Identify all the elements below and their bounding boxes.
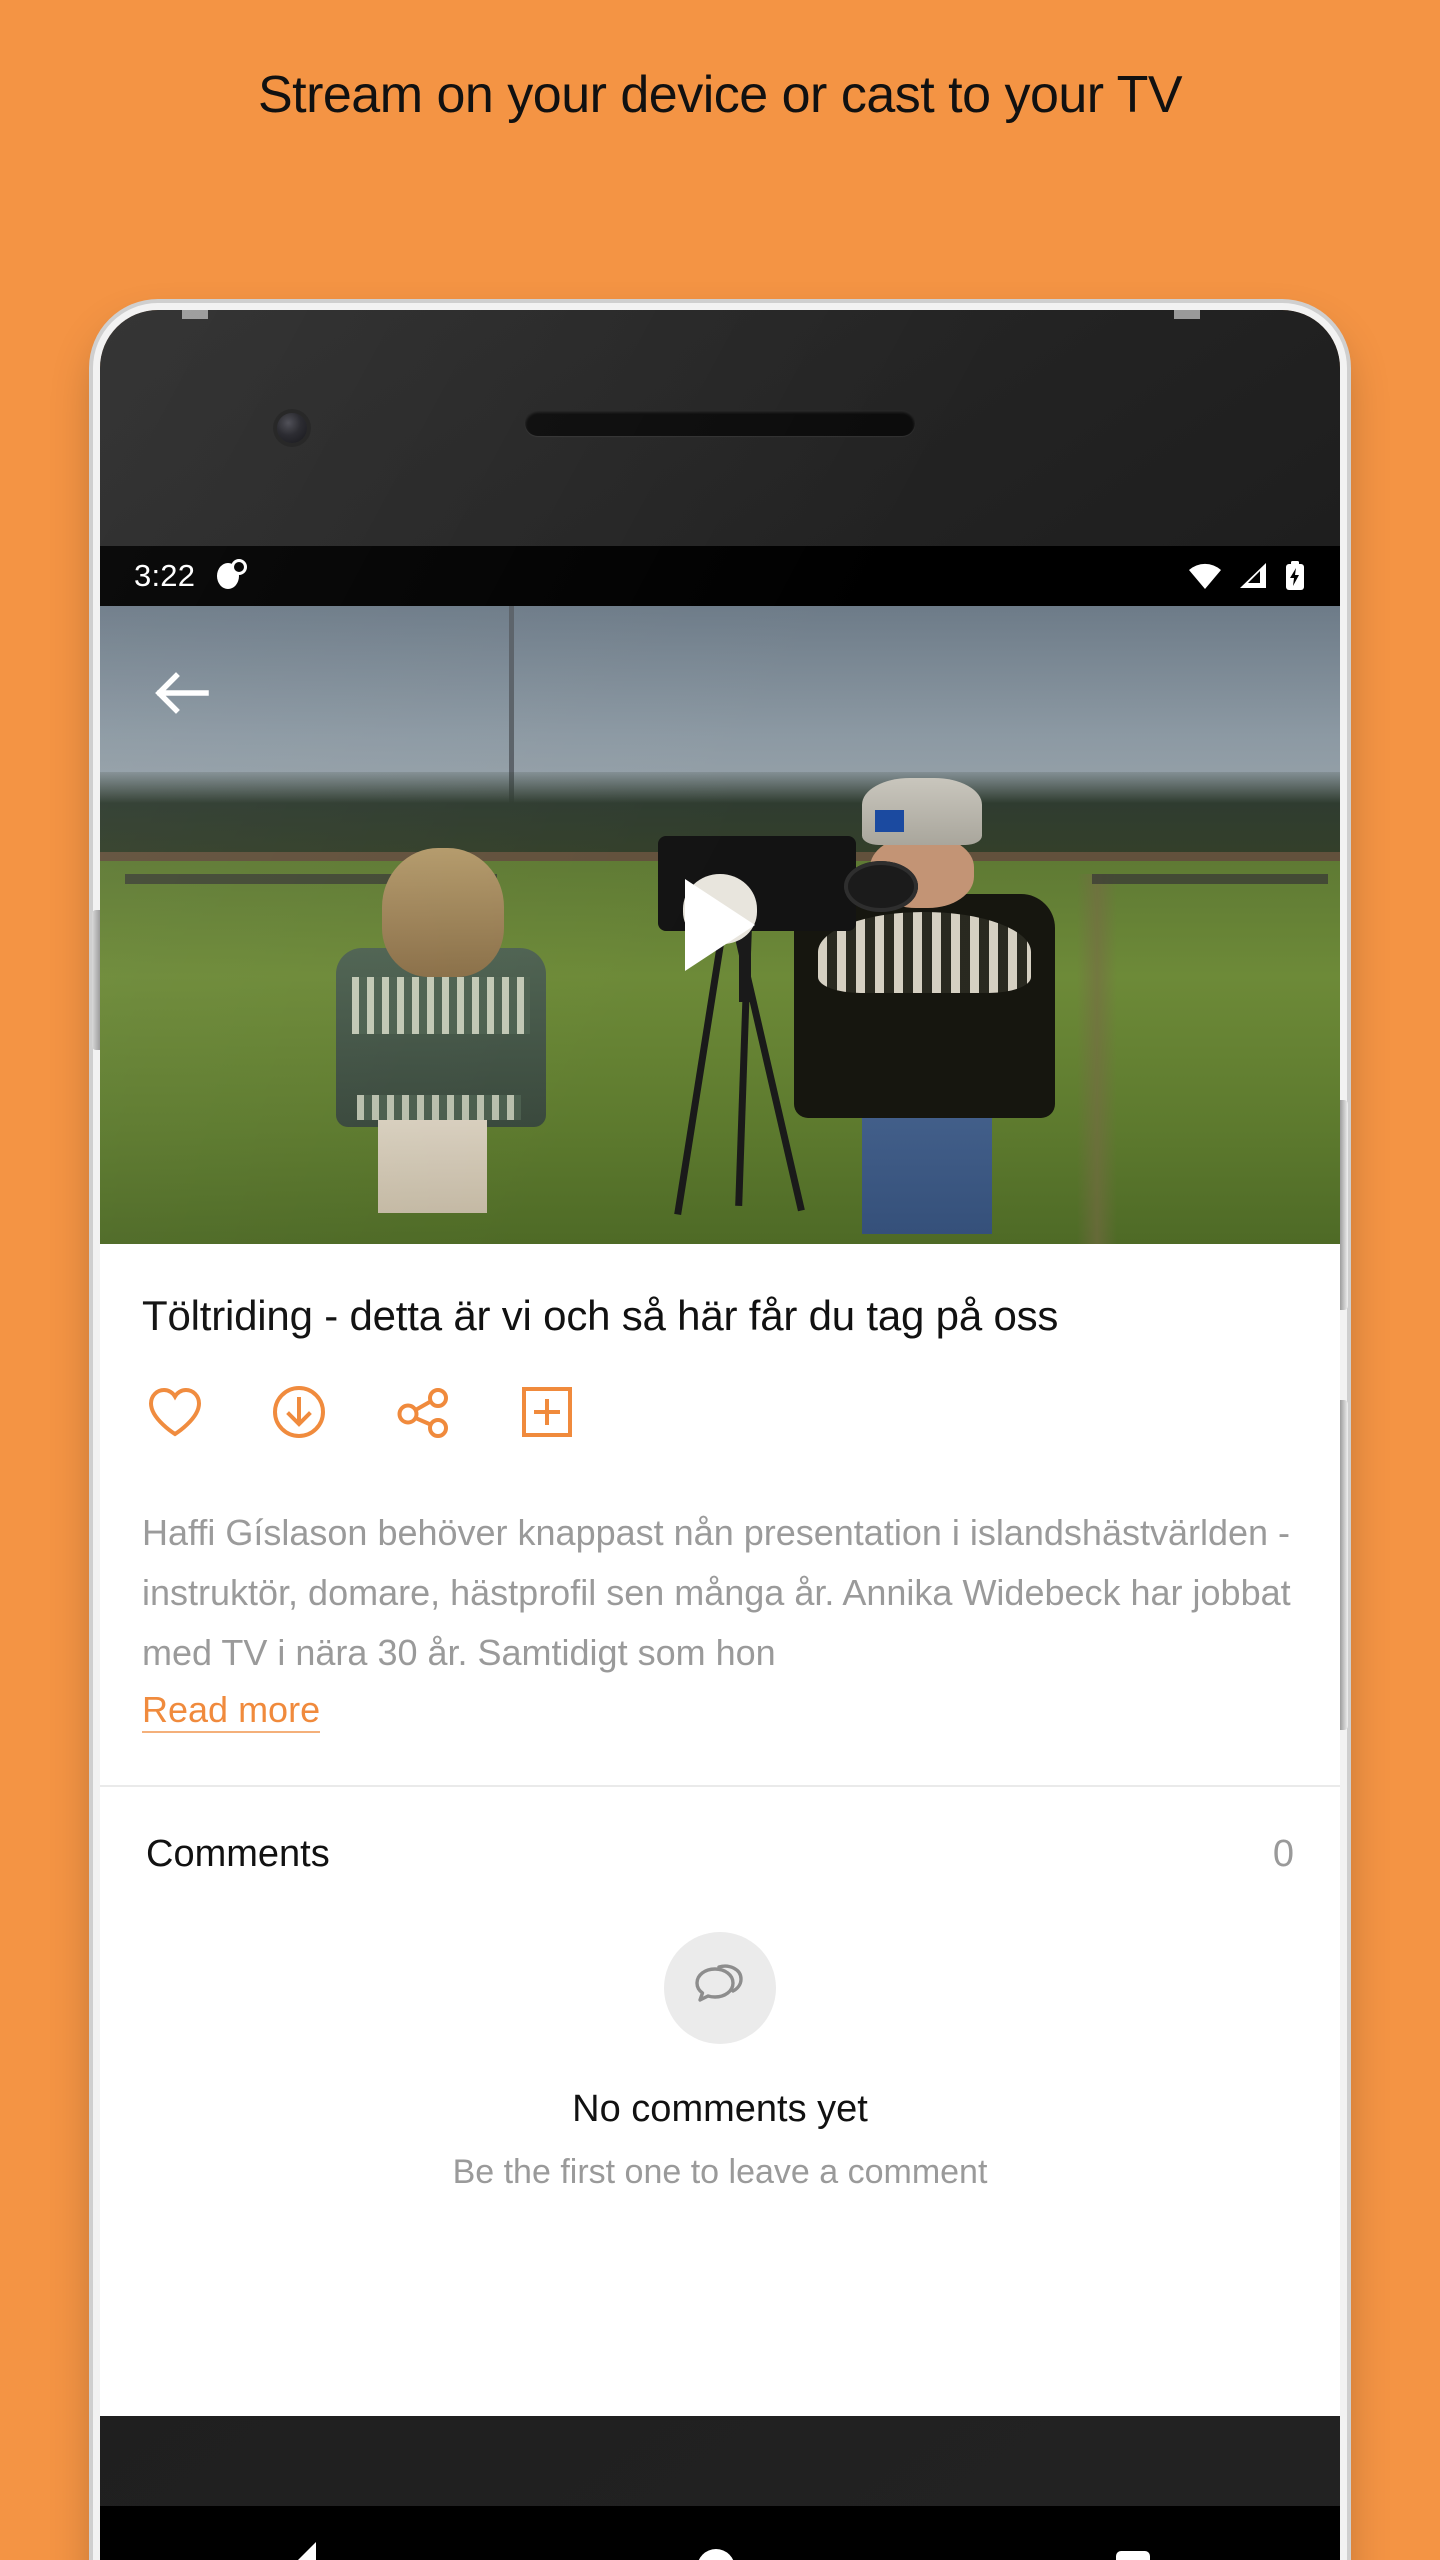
notification-bell-icon <box>217 561 245 591</box>
share-icon[interactable] <box>394 1383 452 1441</box>
video-detail-content: Töltriding - detta är vi och så här får … <box>100 1244 1340 2192</box>
back-arrow-icon[interactable] <box>150 662 212 724</box>
wifi-icon <box>1189 563 1221 589</box>
empty-state-subtitle: Be the first one to leave a comment <box>452 2152 988 2191</box>
thumbnail-dirt-track <box>1077 873 1117 1244</box>
battery-charging-icon <box>1286 561 1304 590</box>
phone-mockup: 3:22 Töltriding - detta är vi och så här… <box>92 310 1348 2560</box>
comments-label: Comments <box>146 1832 330 1875</box>
earpiece-speaker <box>525 410 915 436</box>
page-title: Töltriding - detta är vi och så här får … <box>142 1292 1059 1339</box>
antenna-band-left <box>182 310 208 319</box>
android-navigation-bar <box>100 2506 1340 2560</box>
download-circle-icon[interactable] <box>270 1383 328 1441</box>
nav-recents-icon[interactable] <box>1115 2551 1150 2560</box>
phone-screen: 3:22 Töltriding - detta är vi och så här… <box>100 546 1340 2416</box>
thumbnail-bench-right <box>1092 873 1328 885</box>
antenna-band-right <box>1174 310 1200 319</box>
read-more-link[interactable]: Read more <box>142 1689 321 1733</box>
status-bar: 3:22 <box>100 546 1340 606</box>
heart-icon[interactable] <box>146 1383 204 1441</box>
empty-state-title: No comments yet <box>572 2087 868 2130</box>
comments-header: Comments 0 <box>142 1787 1298 1876</box>
comments-count: 0 <box>1272 1832 1294 1875</box>
nav-home-icon[interactable] <box>696 2549 735 2560</box>
phone-body: 3:22 Töltriding - detta är vi och så här… <box>100 310 1340 2560</box>
video-description: Haffi Gíslason behöver knappast nån pres… <box>142 1512 1291 1673</box>
volume-button[interactable] <box>1340 1100 1348 1310</box>
comments-empty-state: No comments yet Be the first one to leav… <box>142 1876 1298 2192</box>
side-button-left[interactable] <box>92 910 100 1050</box>
cellular-signal-icon <box>1240 563 1266 588</box>
add-square-icon[interactable] <box>518 1383 576 1441</box>
video-thumbnail[interactable] <box>100 606 1340 1244</box>
action-bar <box>142 1343 1298 1451</box>
play-icon[interactable] <box>685 879 755 971</box>
front-camera-icon <box>277 413 307 443</box>
nav-back-icon[interactable] <box>290 2542 317 2560</box>
status-bar-clock: 3:22 <box>134 558 196 593</box>
chat-bubbles-icon <box>664 1931 776 2044</box>
power-button[interactable] <box>1340 1400 1348 1730</box>
thumbnail-person-left <box>335 848 547 1213</box>
promo-headline: Stream on your device or cast to your TV <box>257 66 1183 124</box>
